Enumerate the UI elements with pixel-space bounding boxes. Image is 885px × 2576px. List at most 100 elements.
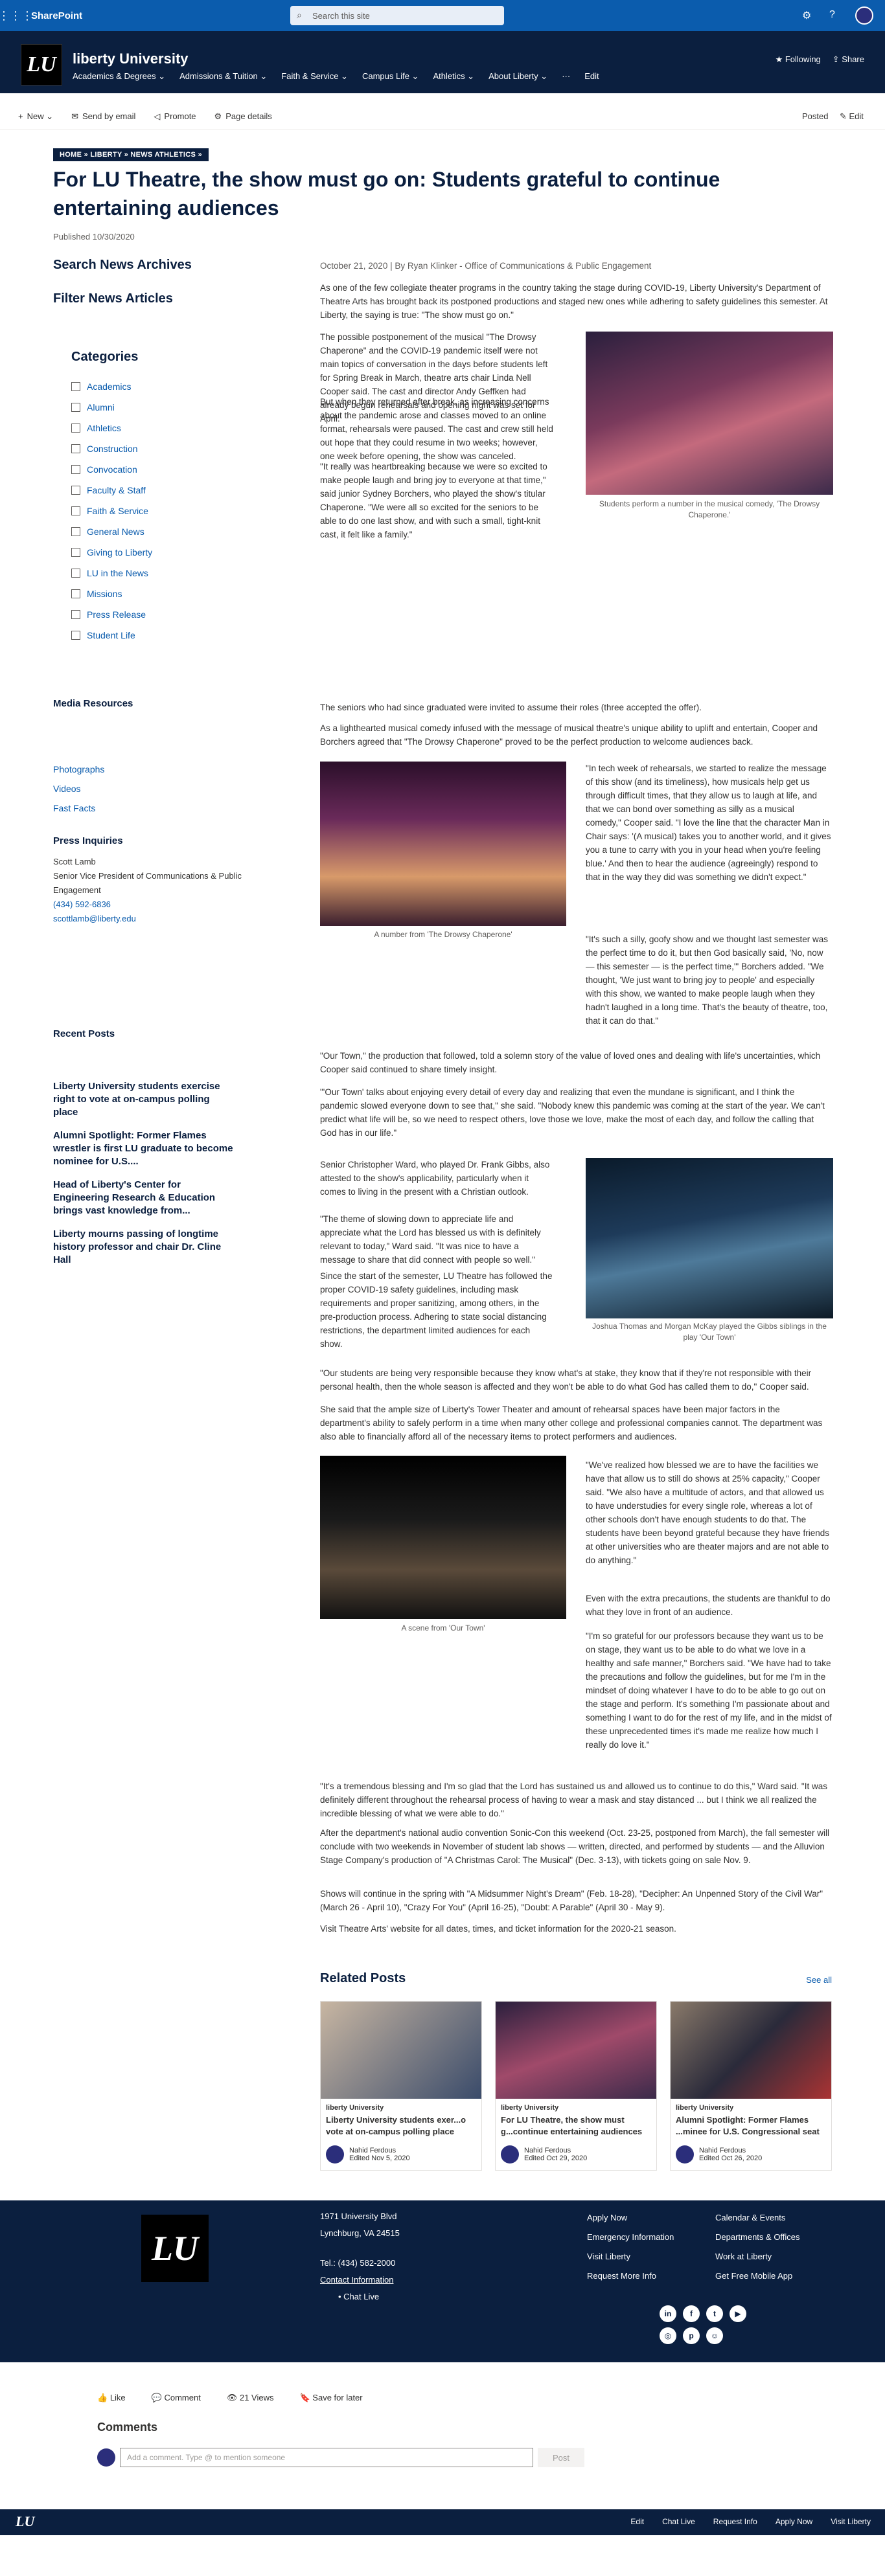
footer-link[interactable]: Request More Info [587,2266,674,2286]
checkbox[interactable] [71,548,80,557]
related-card[interactable]: liberty University Alumni Spotlight: For… [670,2001,832,2171]
checkbox[interactable] [71,486,80,495]
user-avatar[interactable] [855,6,873,25]
help-icon[interactable]: ? [829,9,835,21]
category-press-release[interactable]: Press Release [71,604,240,625]
see-all-link[interactable]: See all [806,1975,832,1985]
videos-link[interactable]: Videos [53,784,104,794]
related-card[interactable]: liberty University For LU Theatre, the s… [495,2001,657,2171]
new-button[interactable]: + New ⌄ [18,111,53,122]
recent-post-link[interactable]: Liberty University students exercise rig… [53,1080,235,1119]
pinterest-icon[interactable]: p [683,2327,700,2344]
category-convocation[interactable]: Convocation [71,459,240,480]
like-button[interactable]: 👍 Like [97,2393,126,2403]
press-email-link[interactable]: scottlamb@liberty.edu [53,912,247,926]
footer-link[interactable]: Visit Liberty [587,2247,674,2266]
category-general-news[interactable]: General News [71,521,240,542]
press-name: Scott Lamb [53,857,96,866]
page-details-button[interactable]: ⚙ Page details [214,111,272,122]
footer-link[interactable]: Get Free Mobile App [715,2266,800,2286]
comment-input[interactable]: Add a comment. Type @ to mention someone [120,2448,533,2467]
category-faculty-staff[interactable]: Faculty & Staff [71,480,240,501]
bottom-link-edit[interactable]: Edit [630,2517,644,2526]
checkbox[interactable] [71,424,80,433]
bottom-link-chat[interactable]: Chat Live [662,2517,695,2526]
checkbox[interactable] [71,403,80,412]
bottom-logo[interactable]: LU [16,2513,34,2530]
sharepoint-brand[interactable]: SharePoint [31,10,82,21]
chat-live-link[interactable]: • Chat Live [320,2288,400,2305]
checkbox[interactable] [71,506,80,515]
nav-edit[interactable]: Edit [584,71,599,82]
category-student-life[interactable]: Student Life [71,625,240,646]
category-missions[interactable]: Missions [71,583,240,604]
linkedin-icon[interactable]: in [660,2305,676,2322]
nav-more[interactable]: ··· [562,71,570,82]
bottom-link-request[interactable]: Request Info [713,2517,757,2526]
mail-icon: ✉ [71,111,79,121]
comment-button[interactable]: 💬 Comment [152,2393,201,2403]
article-paragraph: "It's such a silly, goofy show and we th… [586,934,829,1026]
checkbox[interactable] [71,569,80,578]
footer-link[interactable]: Emergency Information [587,2228,674,2247]
twitter-icon[interactable]: t [706,2305,723,2322]
recent-post-link[interactable]: Liberty mourns passing of longtime histo… [53,1228,235,1267]
related-card[interactable]: liberty University Liberty University st… [320,2001,482,2171]
save-for-later-button[interactable]: 🔖 Save for later [299,2393,362,2403]
category-construction[interactable]: Construction [71,438,240,459]
nav-about[interactable]: About Liberty ⌄ [488,71,547,82]
category-academics[interactable]: Academics [71,376,240,397]
youtube-icon[interactable]: ▶ [730,2305,746,2322]
checkbox[interactable] [71,382,80,391]
following-button[interactable]: ★ Following [776,54,821,65]
snapchat-icon[interactable]: ☺ [706,2327,723,2344]
site-title[interactable]: liberty University [73,51,189,67]
promote-button[interactable]: ◁ Promote [154,111,196,122]
checkbox[interactable] [71,631,80,640]
photo-caption: A scene from 'Our Town' [401,1623,485,1633]
settings-icon[interactable]: ⚙ [802,9,811,22]
site-search-input[interactable]: ⌕ Search this site [290,6,504,25]
footer-link[interactable]: Departments & Offices [715,2228,800,2247]
category-faith-service[interactable]: Faith & Service [71,501,240,521]
checkbox[interactable] [71,444,80,453]
search-news-archives[interactable]: Search News Archives [53,258,192,273]
edit-button[interactable]: ✎ Edit [840,111,864,122]
recent-post-link[interactable]: Alumni Spotlight: Former Flames wrestler… [53,1129,235,1168]
instagram-icon[interactable]: ◎ [660,2327,676,2344]
nav-academics[interactable]: Academics & Degrees ⌄ [73,71,165,82]
nav-campus-life[interactable]: Campus Life ⌄ [362,71,419,82]
share-button[interactable]: ⇪ Share [833,54,864,65]
category-giving[interactable]: Giving to Liberty [71,542,240,563]
category-alumni[interactable]: Alumni [71,397,240,418]
checkbox[interactable] [71,527,80,536]
checkbox[interactable] [71,465,80,474]
breadcrumb[interactable]: HOME » LIBERTY » NEWS ATHLETICS » [53,148,209,161]
recent-post-link[interactable]: Head of Liberty's Center for Engineering… [53,1179,235,1217]
footer-link[interactable]: Calendar & Events [715,2208,800,2228]
facebook-icon[interactable]: f [683,2305,700,2322]
bottom-link-visit[interactable]: Visit Liberty [831,2517,871,2526]
comments-title: Comments [97,2421,158,2434]
app-launcher-icon[interactable]: ⋮⋮⋮ [0,0,33,31]
site-logo[interactable]: LU [21,44,62,85]
nav-faith[interactable]: Faith & Service ⌄ [281,71,348,82]
send-email-button[interactable]: ✉ Send by email [71,111,135,122]
nav-admissions[interactable]: Admissions & Tuition ⌄ [179,71,267,82]
footer-link[interactable]: Work at Liberty [715,2247,800,2266]
category-lu-in-news[interactable]: LU in the News [71,563,240,583]
bottom-link-apply[interactable]: Apply Now [776,2517,812,2526]
category-athletics[interactable]: Athletics [71,418,240,438]
checkbox[interactable] [71,610,80,619]
post-comment-button[interactable]: Post [538,2448,584,2467]
footer-logo[interactable]: LU [141,2215,209,2282]
footer-address: 1971 University Blvd [320,2211,397,2221]
fast-facts-link[interactable]: Fast Facts [53,803,104,813]
photographs-link[interactable]: Photographs [53,764,104,774]
checkbox[interactable] [71,589,80,598]
nav-athletics[interactable]: Athletics ⌄ [433,71,474,82]
contact-information-link[interactable]: Contact Information [320,2272,400,2288]
filter-news-articles[interactable]: Filter News Articles [53,291,173,306]
footer-link[interactable]: Apply Now [587,2208,674,2228]
press-phone-link[interactable]: (434) 592-6836 [53,898,247,912]
